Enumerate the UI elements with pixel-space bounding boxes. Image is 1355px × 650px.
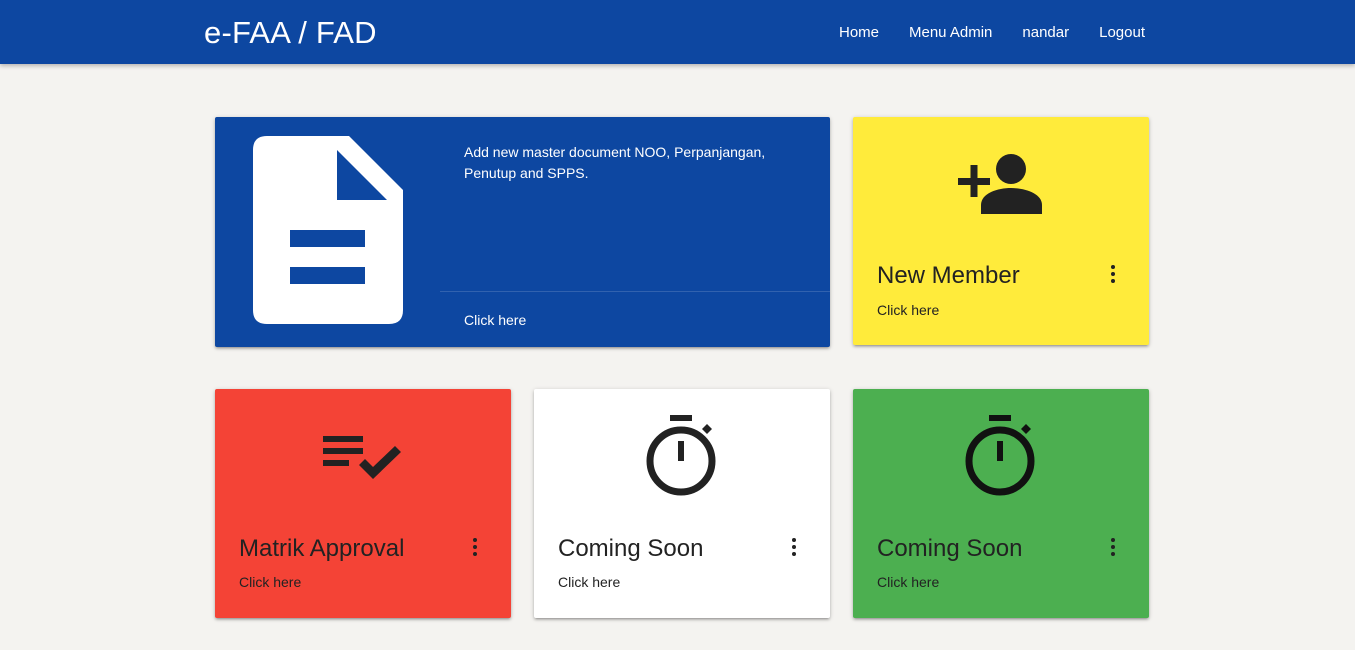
document-click-here-link[interactable]: Click here (464, 312, 526, 328)
master-document-card: Add new master document NOO, Perpanjanga… (215, 117, 830, 347)
nav-user-link[interactable]: nandar (1022, 24, 1069, 41)
document-icon (253, 136, 403, 324)
coming-soon-title: Coming Soon (877, 535, 1023, 562)
nav-menu-admin-link[interactable]: Menu Admin (909, 24, 992, 41)
brand-logo[interactable]: e-FAA / FAD (204, 14, 377, 52)
matrik-approval-title: Matrik Approval (239, 535, 405, 562)
more-vert-icon[interactable] (784, 535, 804, 559)
more-vert-icon[interactable] (1103, 262, 1123, 286)
coming-soon-title: Coming Soon (558, 535, 704, 562)
coming-soon-card: Coming Soon Click here (534, 389, 830, 618)
top-navbar: e-FAA / FAD Home Menu Admin nandar Logou… (0, 0, 1355, 64)
timer-icon (534, 413, 830, 497)
new-member-click-here-link[interactable]: Click here (877, 302, 939, 318)
nav-home-link[interactable]: Home (839, 24, 879, 41)
playlist-check-icon (215, 433, 511, 487)
nav-menu: Home Menu Admin nandar Logout (809, 0, 1145, 64)
card-divider (440, 291, 830, 292)
matrik-approval-card: Matrik Approval Click here (215, 389, 511, 618)
more-vert-icon[interactable] (465, 535, 485, 559)
matrik-approval-click-here-link[interactable]: Click here (239, 574, 301, 590)
more-vert-icon[interactable] (1103, 535, 1123, 559)
coming-soon-click-here-link[interactable]: Click here (558, 574, 620, 590)
person-add-icon (853, 153, 1149, 215)
coming-soon-click-here-link[interactable]: Click here (877, 574, 939, 590)
nav-logout-link[interactable]: Logout (1099, 24, 1145, 41)
new-member-title: New Member (877, 262, 1020, 289)
new-member-card: New Member Click here (853, 117, 1149, 345)
coming-soon-card: Coming Soon Click here (853, 389, 1149, 618)
document-card-description: Add new master document NOO, Perpanjanga… (464, 144, 766, 181)
timer-icon (853, 413, 1149, 497)
